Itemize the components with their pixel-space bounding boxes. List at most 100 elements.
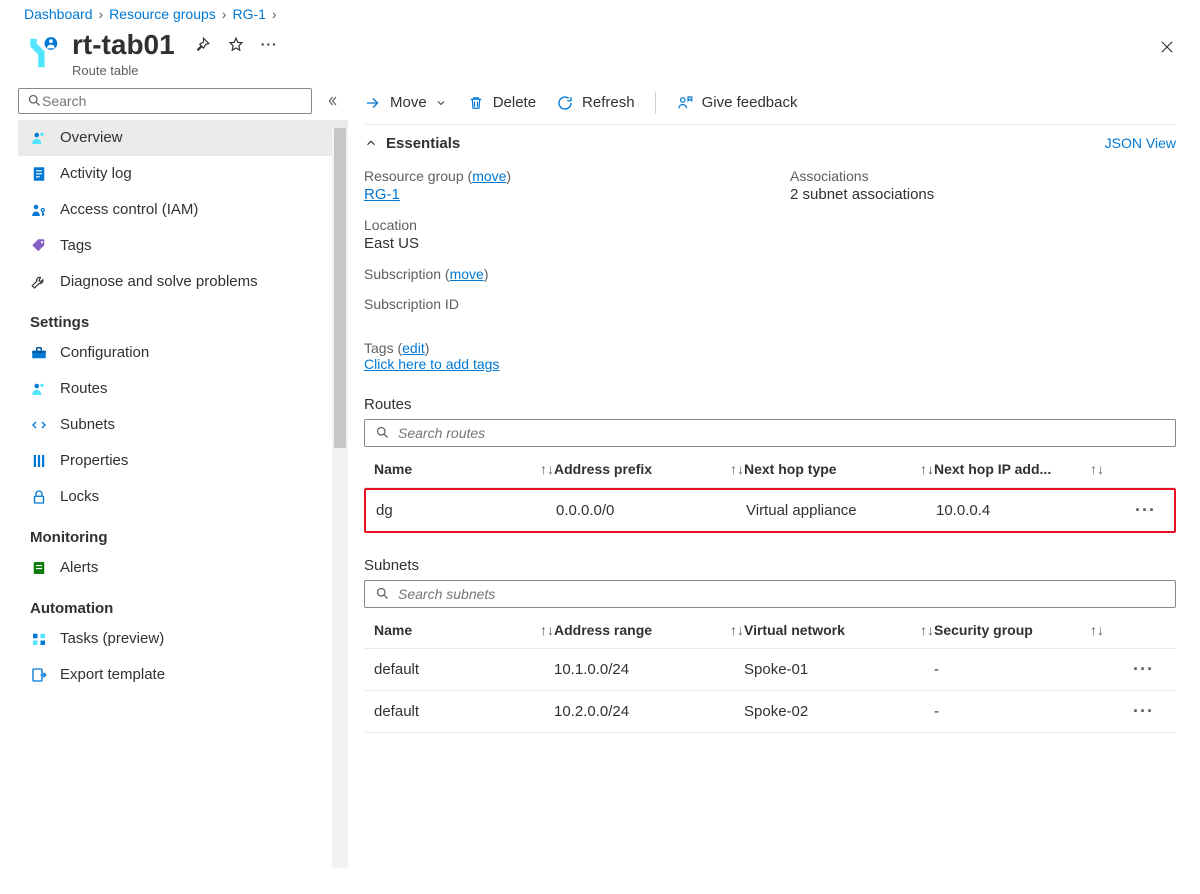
col-hoptype[interactable]: Next hop type↑↓ [744, 461, 934, 477]
col-prefix[interactable]: Address prefix↑↓ [554, 461, 744, 477]
collapse-sidebar-icon[interactable] [324, 93, 340, 109]
chevron-right-icon: › [272, 6, 277, 22]
lock-icon [30, 488, 48, 506]
sidebar-item-label: Locks [60, 488, 99, 505]
page-header: rt-tab01 Route table ··· [0, 22, 1200, 84]
sidebar-item-overview[interactable]: Overview [18, 120, 348, 156]
sidebar-item-label: Overview [60, 129, 123, 146]
sidebar-item-export-template[interactable]: Export template [18, 657, 348, 693]
assoc-label: Associations [790, 168, 1176, 184]
page-title: rt-tab01 [72, 30, 175, 61]
sidebar-item-tasks-preview-[interactable]: Tasks (preview) [18, 621, 348, 657]
subnet-vnet: Spoke-02 [744, 703, 934, 720]
subnet-icon [30, 416, 48, 434]
col-hopip[interactable]: Next hop IP add...↑↓ [934, 461, 1104, 477]
move-button[interactable]: Move [364, 94, 447, 112]
col-range[interactable]: Address range↑↓ [554, 622, 744, 638]
sidebar-item-diagnose-and-solve-problems[interactable]: Diagnose and solve problems [18, 264, 348, 300]
sidebar-monitoring-heading: Monitoring [18, 515, 348, 550]
subnets-heading: Subnets [364, 557, 1176, 574]
sidebar-search[interactable] [18, 88, 312, 114]
row-more-icon[interactable]: ··· [1104, 701, 1154, 722]
col-name[interactable]: Name↑↓ [374, 461, 554, 477]
sidebar-item-label: Routes [60, 380, 108, 397]
search-icon [375, 586, 390, 601]
chevron-right-icon: › [222, 6, 227, 22]
delete-button[interactable]: Delete [467, 94, 536, 112]
sidebar-item-label: Tasks (preview) [60, 630, 164, 647]
sidebar-item-properties[interactable]: Properties [18, 443, 348, 479]
route-prefix: 0.0.0.0/0 [556, 502, 746, 519]
col-vnet[interactable]: Virtual network↑↓ [744, 622, 934, 638]
routes-search[interactable] [364, 419, 1176, 447]
subnet-vnet: Spoke-01 [744, 661, 934, 678]
sidebar-item-locks[interactable]: Locks [18, 479, 348, 515]
subnet-range: 10.1.0.0/24 [554, 661, 744, 678]
rg-value-link[interactable]: RG-1 [364, 186, 400, 203]
sidebar-scrollbar[interactable] [332, 128, 348, 868]
sidebar-search-input[interactable] [42, 93, 303, 109]
sidebar-item-configuration[interactable]: Configuration [18, 335, 348, 371]
sidebar-item-label: Tags [60, 237, 92, 254]
sidebar-item-label: Configuration [60, 344, 149, 361]
breadcrumb-item[interactable]: RG-1 [232, 6, 265, 22]
sidebar-item-routes[interactable]: Routes [18, 371, 348, 407]
star-icon[interactable] [227, 36, 245, 54]
sidebar-item-label: Alerts [60, 559, 98, 576]
sidebar-item-access-control-iam-[interactable]: Access control (IAM) [18, 192, 348, 228]
more-icon[interactable]: ··· [261, 36, 279, 54]
sidebar-item-alerts[interactable]: Alerts [18, 550, 348, 586]
pin-icon[interactable] [193, 36, 211, 54]
route-row[interactable]: dg0.0.0.0/0Virtual appliance10.0.0.4··· [364, 488, 1176, 533]
chevron-up-icon [364, 136, 378, 150]
routes-search-input[interactable] [398, 425, 1165, 441]
sidebar-item-label: Activity log [60, 165, 132, 182]
routes-header-row: Name↑↓ Address prefix↑↓ Next hop type↑↓ … [364, 451, 1176, 488]
log-icon [30, 165, 48, 183]
arrow-right-icon [364, 94, 382, 112]
json-view-link[interactable]: JSON View [1105, 135, 1176, 151]
sidebar-item-label: Access control (IAM) [60, 201, 198, 218]
breadcrumb-item[interactable]: Resource groups [109, 6, 216, 22]
route-hoptype: Virtual appliance [746, 502, 936, 519]
subnets-header-row: Name↑↓ Address range↑↓ Virtual network↑↓… [364, 612, 1176, 649]
tags-label: Tags (edit) [364, 340, 1176, 356]
sidebar-item-subnets[interactable]: Subnets [18, 407, 348, 443]
people-icon [30, 380, 48, 398]
sidebar-item-tags[interactable]: Tags [18, 228, 348, 264]
sidebar-settings-heading: Settings [18, 300, 348, 335]
feedback-button[interactable]: Give feedback [676, 94, 798, 112]
rg-label: Resource group (move) [364, 168, 750, 184]
row-more-icon[interactable]: ··· [1104, 659, 1154, 680]
add-tags-link[interactable]: Click here to add tags [364, 356, 499, 372]
subnet-row[interactable]: default10.2.0.0/24Spoke-02-··· [364, 691, 1176, 733]
rg-move-link[interactable]: move [472, 168, 506, 184]
command-bar: Move Delete Refresh Give feedback [364, 86, 1176, 125]
subnet-sg: - [934, 661, 1104, 678]
trash-icon [467, 94, 485, 112]
col-name[interactable]: Name↑↓ [374, 622, 554, 638]
subid-label: Subscription ID [364, 296, 750, 312]
col-sg[interactable]: Security group↑↓ [934, 622, 1104, 638]
subnet-row[interactable]: default10.1.0.0/24Spoke-01-··· [364, 649, 1176, 691]
essentials-toggle[interactable]: Essentials [364, 135, 460, 152]
search-icon [27, 93, 42, 108]
sub-move-link[interactable]: move [450, 266, 484, 282]
subnets-search[interactable] [364, 580, 1176, 608]
row-more-icon[interactable]: ··· [1106, 500, 1156, 521]
close-icon[interactable] [1158, 38, 1176, 56]
feedback-icon [676, 94, 694, 112]
sidebar-item-label: Export template [60, 666, 165, 683]
refresh-button[interactable]: Refresh [556, 94, 635, 112]
tasks-icon [30, 630, 48, 648]
export-icon [30, 666, 48, 684]
subscription-label: Subscription (move) [364, 266, 750, 282]
search-icon [375, 425, 390, 440]
chevron-down-icon [435, 97, 447, 109]
subnets-search-input[interactable] [398, 586, 1165, 602]
sidebar-item-activity-log[interactable]: Activity log [18, 156, 348, 192]
breadcrumb-item[interactable]: Dashboard [24, 6, 93, 22]
tag-icon [30, 237, 48, 255]
subnet-range: 10.2.0.0/24 [554, 703, 744, 720]
tags-edit-link[interactable]: edit [402, 340, 425, 356]
